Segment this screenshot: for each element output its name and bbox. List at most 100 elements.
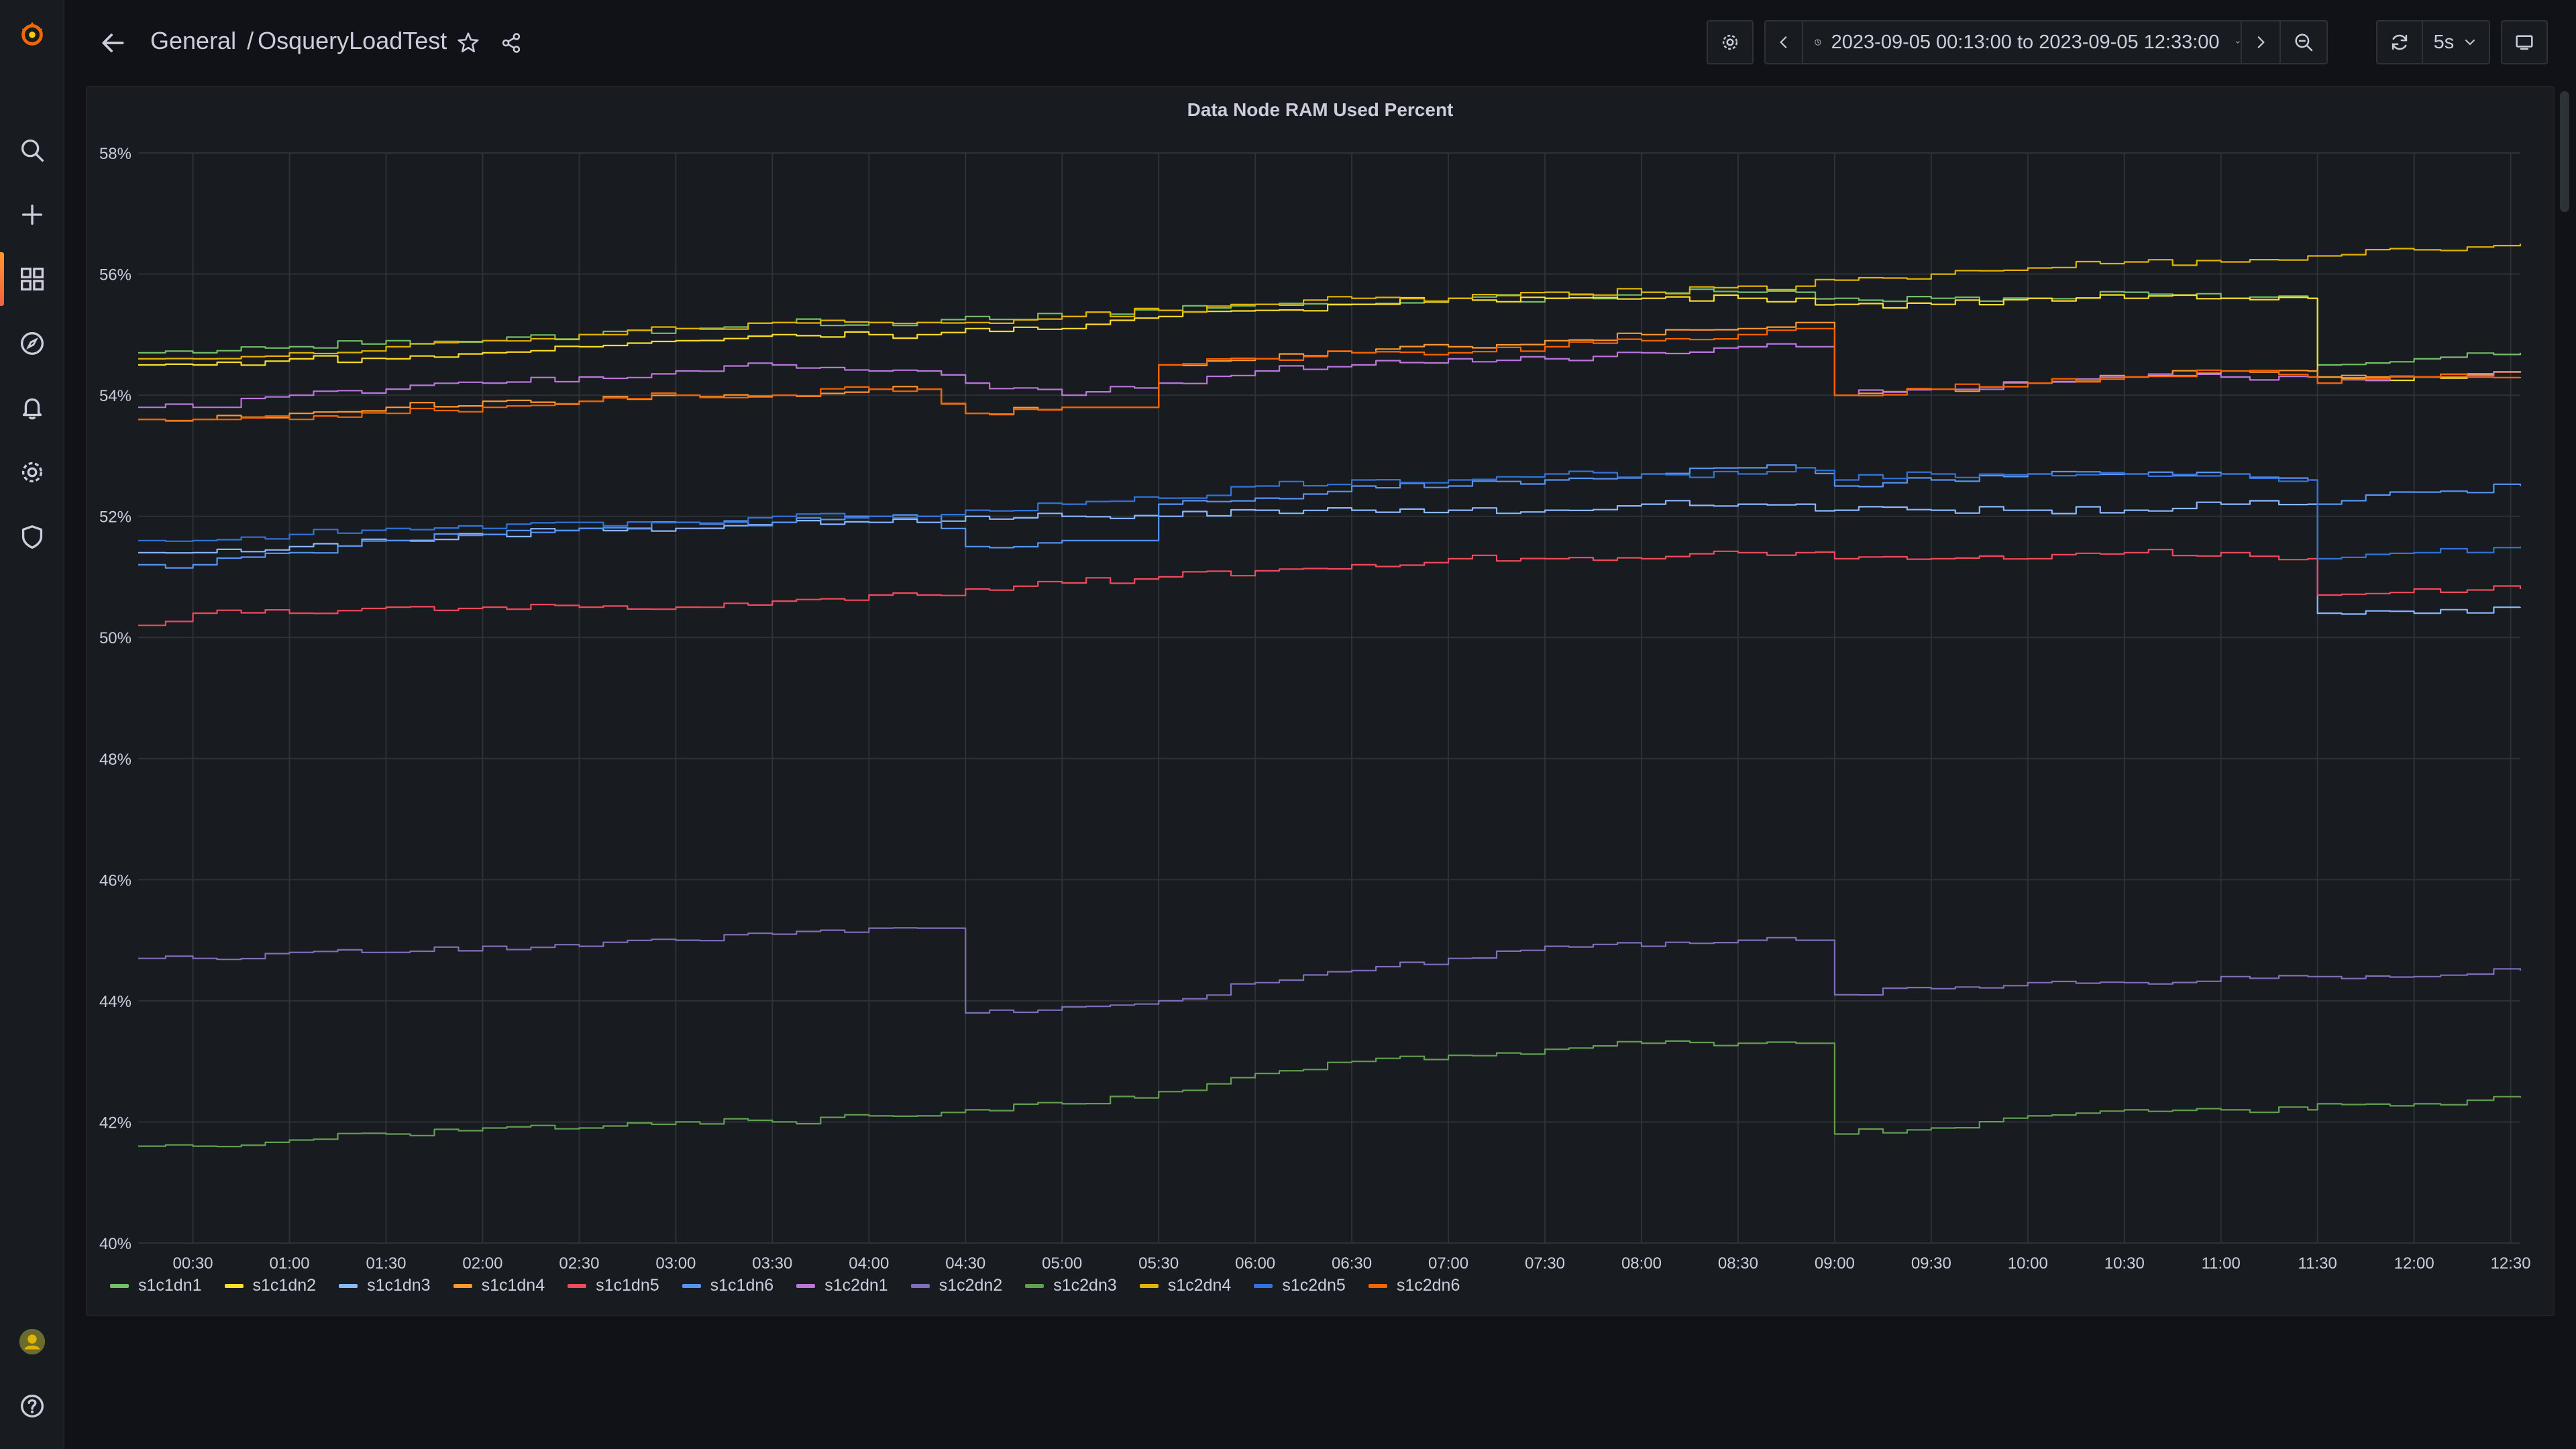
- legend-swatch: [110, 1283, 129, 1288]
- legend-item[interactable]: s1c2dn4: [1139, 1276, 1232, 1295]
- legend-item[interactable]: s1c1dn3: [339, 1276, 431, 1295]
- zoom-out-button[interactable]: [2281, 20, 2328, 64]
- x-tick-label: 06:30: [1332, 1254, 1372, 1273]
- legend-swatch: [1368, 1283, 1387, 1288]
- series-line-s1c1dn2: [138, 294, 2522, 382]
- x-tick-label: 01:30: [366, 1254, 406, 1273]
- legend-label: s1c1dn1: [138, 1276, 202, 1295]
- x-tick-label: 10:00: [2008, 1254, 2048, 1273]
- share-button[interactable]: [494, 25, 529, 60]
- line-chart[interactable]: 40% 42% 44% 46% 48% 50% 52% 54% 56% 58% 00:30 01:00…: [87, 87, 2556, 1318]
- time-range-picker[interactable]: 2023-09-05 00:13:00 to 2023-09-05 12:33:…: [1803, 20, 2242, 64]
- series-line-s1c2dn3: [138, 1040, 2522, 1148]
- legend-label: s1c2dn4: [1167, 1276, 1232, 1295]
- y-tick-label: 48%: [99, 751, 131, 769]
- x-tick-label: 03:00: [655, 1254, 696, 1273]
- time-picker-group: 2023-09-05 00:13:00 to 2023-09-05 12:33:…: [1764, 20, 2328, 64]
- x-tick-label: 05:00: [1042, 1254, 1082, 1273]
- view-mode-button[interactable]: [2501, 20, 2548, 64]
- y-tick-label: 52%: [99, 508, 131, 527]
- y-tick-label: 50%: [99, 629, 131, 647]
- legend-swatch: [453, 1283, 472, 1288]
- refresh-interval-label: 5s: [2433, 31, 2455, 53]
- shield-icon[interactable]: [0, 510, 64, 564]
- page-title[interactable]: OsqueryLoadTest: [258, 27, 447, 54]
- dashboard-settings-button[interactable]: [1707, 20, 1754, 64]
- legend-item[interactable]: s1c1dn4: [453, 1276, 545, 1295]
- sidebar: [0, 0, 64, 1449]
- x-tick-label: 04:30: [945, 1254, 985, 1273]
- legend-label: s1c2dn1: [824, 1276, 888, 1295]
- legend-item[interactable]: s1c2dn5: [1254, 1276, 1346, 1295]
- search-icon[interactable]: [0, 123, 64, 177]
- x-tick-label: 04:00: [849, 1254, 889, 1273]
- legend-label: s1c1dn5: [596, 1276, 659, 1295]
- x-tick-label: 09:00: [1815, 1254, 1855, 1273]
- legend-label: s1c2dn5: [1282, 1276, 1346, 1295]
- x-tick-label: 11:00: [2202, 1254, 2241, 1273]
- series-line-s1c1dn4: [138, 321, 2522, 422]
- refresh-button[interactable]: [2376, 20, 2423, 64]
- breadcrumb: General / OsqueryLoadTest: [150, 27, 447, 55]
- legend-swatch: [1139, 1283, 1159, 1288]
- gear-icon[interactable]: [0, 445, 64, 499]
- chevron-left-icon: [1780, 36, 1787, 48]
- legend-item[interactable]: s1c2dn2: [910, 1276, 1002, 1295]
- y-tick-label: 44%: [99, 993, 131, 1011]
- breadcrumb-separator: /: [247, 27, 254, 54]
- x-tick-label: 06:00: [1235, 1254, 1275, 1273]
- y-tick-label: 40%: [99, 1235, 131, 1253]
- avatar[interactable]: [0, 1315, 64, 1368]
- back-button[interactable]: [94, 24, 131, 62]
- x-tick-label: 09:30: [1911, 1254, 1951, 1273]
- legend-item[interactable]: s1c2dn3: [1025, 1276, 1117, 1295]
- alerting-icon[interactable]: [0, 381, 64, 435]
- legend-label: s1c1dn3: [367, 1276, 431, 1295]
- x-tick-label: 00:30: [173, 1254, 213, 1273]
- legend-item[interactable]: s1c1dn1: [110, 1276, 202, 1295]
- legend-swatch: [224, 1283, 244, 1288]
- refresh-group: 5s: [2376, 20, 2490, 64]
- grafana-logo-icon[interactable]: [0, 7, 64, 60]
- x-tick-label: 12:00: [2394, 1254, 2434, 1273]
- panel-title[interactable]: Data Node RAM Used Percent: [87, 99, 2553, 121]
- explore-icon[interactable]: [0, 317, 64, 370]
- legend-item[interactable]: s1c1dn6: [682, 1276, 773, 1295]
- legend-item[interactable]: s1c1dn2: [224, 1276, 316, 1295]
- help-icon[interactable]: [0, 1379, 64, 1433]
- series-line-s1c2dn4: [138, 244, 2522, 360]
- dashboards-icon[interactable]: [0, 252, 64, 306]
- page-scrollbar[interactable]: [2560, 91, 2569, 212]
- legend-swatch: [682, 1283, 701, 1288]
- series-line-s1c2dn5: [138, 467, 2522, 559]
- legend-item[interactable]: s1c2dn6: [1368, 1276, 1460, 1295]
- top-bar: General / OsqueryLoadTest 2023-09-05 00:1…: [64, 0, 2576, 86]
- legend-item[interactable]: s1c2dn1: [796, 1276, 888, 1295]
- chevron-down-icon: [2235, 41, 2240, 44]
- x-tick-label: 12:30: [2491, 1254, 2531, 1273]
- legend-swatch: [1254, 1283, 1273, 1288]
- x-tick-label: 08:30: [1718, 1254, 1758, 1273]
- chevron-down-icon: [2465, 40, 2475, 46]
- legend-swatch: [796, 1283, 816, 1288]
- plus-icon[interactable]: [0, 188, 64, 241]
- y-tick-label: 58%: [99, 145, 131, 163]
- x-tick-label: 03:30: [752, 1254, 792, 1273]
- legend-label: s1c2dn3: [1053, 1276, 1117, 1295]
- x-tick-label: 10:30: [2104, 1254, 2145, 1273]
- legend-label: s1c2dn6: [1396, 1276, 1460, 1295]
- series-line-s1c2dn6: [138, 327, 2522, 422]
- y-tick-label: 42%: [99, 1114, 131, 1132]
- clock-icon: [1815, 39, 1821, 46]
- star-button[interactable]: [451, 25, 486, 60]
- refresh-icon: [2392, 34, 2408, 50]
- time-back-button[interactable]: [1764, 20, 1803, 64]
- time-forward-button[interactable]: [2242, 20, 2281, 64]
- x-tick-label: 01:00: [270, 1254, 310, 1273]
- x-tick-label: 02:30: [559, 1254, 599, 1273]
- x-tick-label: 07:30: [1525, 1254, 1565, 1273]
- y-tick-label: 46%: [99, 871, 131, 890]
- legend-item[interactable]: s1c1dn5: [568, 1276, 659, 1295]
- refresh-interval-picker[interactable]: 5s: [2423, 20, 2490, 64]
- breadcrumb-folder[interactable]: General: [150, 27, 236, 54]
